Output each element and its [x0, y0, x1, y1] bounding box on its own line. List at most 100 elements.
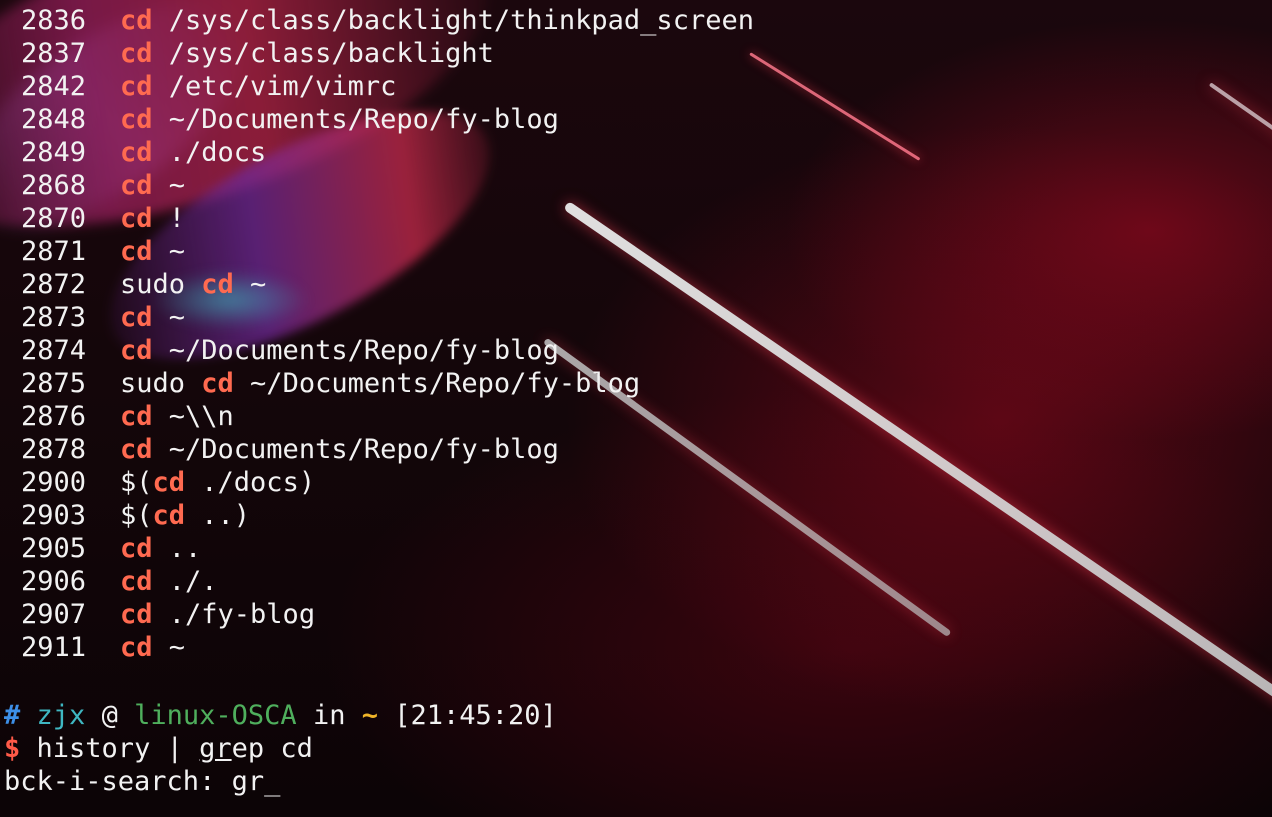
command-suffix: ~: [233, 269, 267, 300]
match-highlight: cd: [120, 302, 153, 333]
command-suffix: ./docs: [152, 137, 267, 168]
match-highlight: cd: [120, 5, 153, 36]
reverse-search-line[interactable]: bck-i-search: gr_: [4, 765, 557, 798]
command-suffix: !: [152, 203, 186, 234]
history-number: 2876: [21, 401, 87, 432]
match-highlight: cd: [120, 170, 153, 201]
command-suffix: ~/Documents/Repo/fy-blog: [152, 104, 559, 135]
command-suffix: /sys/class/backlight/thinkpad_screen: [152, 5, 754, 36]
history-entry: 2900 $(cd ./docs): [0, 466, 754, 499]
prompt-info-line: # zjx @ linux-OSCA in ~ [21:45:20]: [4, 699, 557, 732]
command-suffix: ..: [152, 533, 202, 564]
match-highlight: cd: [152, 500, 186, 531]
command-suffix: ~: [152, 632, 186, 663]
command-suffix: ~/Documents/Repo/fy-blog: [152, 434, 559, 465]
history-entry: 2848 cd ~/Documents/Repo/fy-blog: [0, 103, 754, 136]
match-highlight: cd: [120, 401, 153, 432]
match-highlight: cd: [120, 137, 153, 168]
search-label: bck-i-search:: [4, 766, 232, 797]
history-number: 2900: [21, 467, 87, 498]
text-cursor: _: [264, 766, 281, 797]
command-suffix: ~/Documents/Repo/fy-blog: [152, 335, 559, 366]
command-input-line[interactable]: $ history | grep cd: [4, 732, 557, 765]
match-highlight: cd: [120, 236, 153, 267]
history-entry: 2870 cd !: [0, 202, 754, 235]
command-suffix: ~/Documents/Repo/fy-blog: [233, 368, 641, 399]
command-suffix: ~: [152, 170, 186, 201]
command-suffix: ..): [185, 500, 251, 531]
history-entry: 2836 cd /sys/class/backlight/thinkpad_scr…: [0, 4, 754, 37]
history-number: 2903: [21, 500, 87, 531]
history-number: 2905: [21, 533, 87, 564]
command-suffix: ./docs): [185, 467, 316, 498]
history-number: 2870: [21, 203, 87, 234]
match-highlight: cd: [201, 368, 234, 399]
prompt-at: @: [101, 700, 118, 731]
wallpaper-light-beam: [749, 52, 921, 161]
shell-prompt: # zjx @ linux-OSCA in ~ [21:45:20] $ his…: [4, 699, 557, 798]
terminal-window[interactable]: 2836 cd /sys/class/backlight/thinkpad_scr…: [0, 0, 1272, 817]
history-entry: 2878 cd ~/Documents/Repo/fy-blog: [0, 433, 754, 466]
wallpaper-light-beam: [1208, 82, 1272, 155]
history-output: 2836 cd /sys/class/backlight/thinkpad_scr…: [0, 4, 754, 664]
history-entry: 2911 cd ~: [0, 631, 754, 664]
history-entry: 2873 cd ~: [0, 301, 754, 334]
history-entry: 2905 cd ..: [0, 532, 754, 565]
history-number: 2911: [21, 632, 87, 663]
history-number: 2873: [21, 302, 87, 333]
command-text: history |: [36, 733, 200, 764]
history-number: 2878: [21, 434, 87, 465]
history-entry: 2871 cd ~: [0, 235, 754, 268]
match-highlight: cd: [120, 599, 153, 630]
command-prefix: sudo: [120, 269, 202, 300]
match-highlight: cd: [120, 38, 153, 69]
command-suffix: ~: [152, 236, 186, 267]
match-highlight: cd: [120, 104, 153, 135]
history-entry: 2837 cd /sys/class/backlight: [0, 37, 754, 70]
prompt-dollar: $: [4, 733, 21, 764]
history-entry: 2868 cd ~: [0, 169, 754, 202]
history-entry: 2907 cd ./fy-blog: [0, 598, 754, 631]
prompt-user: zjx: [36, 700, 86, 731]
command-prefix: $(: [120, 500, 153, 531]
history-entry: 2874 cd ~/Documents/Repo/fy-blog: [0, 334, 754, 367]
history-number: 2906: [21, 566, 87, 597]
match-highlight: cd: [120, 533, 153, 564]
history-entry: 2876 cd ~\\n: [0, 400, 754, 433]
match-highlight: cd: [120, 71, 153, 102]
history-number: 2875: [21, 368, 87, 399]
history-entry: 2903 $(cd ..): [0, 499, 754, 532]
match-highlight: cd: [201, 269, 234, 300]
command-prefix: sudo: [120, 368, 202, 399]
prompt-in: in: [312, 700, 346, 731]
command-text-rest: ep cd: [231, 733, 313, 764]
command-suffix: ~: [152, 302, 186, 333]
history-number: 2836: [21, 5, 87, 36]
command-suffix: /sys/class/backlight: [152, 38, 494, 69]
match-highlight: cd: [152, 467, 186, 498]
prompt-directory: ~: [361, 700, 378, 731]
command-prefix: $(: [120, 467, 153, 498]
history-number: 2907: [21, 599, 87, 630]
match-highlight: cd: [120, 566, 153, 597]
prompt-host: linux-OSCA: [134, 700, 297, 731]
history-entry: 2842 cd /etc/vim/vimrc: [0, 70, 754, 103]
command-suffix: /etc/vim/vimrc: [152, 71, 397, 102]
history-number: 2848: [21, 104, 87, 135]
history-entry: 2872 sudo cd ~: [0, 268, 754, 301]
match-highlight: cd: [120, 434, 153, 465]
search-query[interactable]: gr: [232, 766, 265, 797]
history-number: 2871: [21, 236, 87, 267]
history-number: 2837: [21, 38, 87, 69]
history-number: 2874: [21, 335, 87, 366]
history-number: 2868: [21, 170, 87, 201]
command-suffix: ./.: [152, 566, 218, 597]
prompt-hash: #: [4, 700, 21, 731]
command-suffix: ./fy-blog: [152, 599, 316, 630]
history-entry: 2875 sudo cd ~/Documents/Repo/fy-blog: [0, 367, 754, 400]
history-number: 2849: [21, 137, 87, 168]
command-search-match: gr: [199, 733, 232, 764]
match-highlight: cd: [120, 632, 153, 663]
match-highlight: cd: [120, 203, 153, 234]
history-number: 2872: [21, 269, 87, 300]
